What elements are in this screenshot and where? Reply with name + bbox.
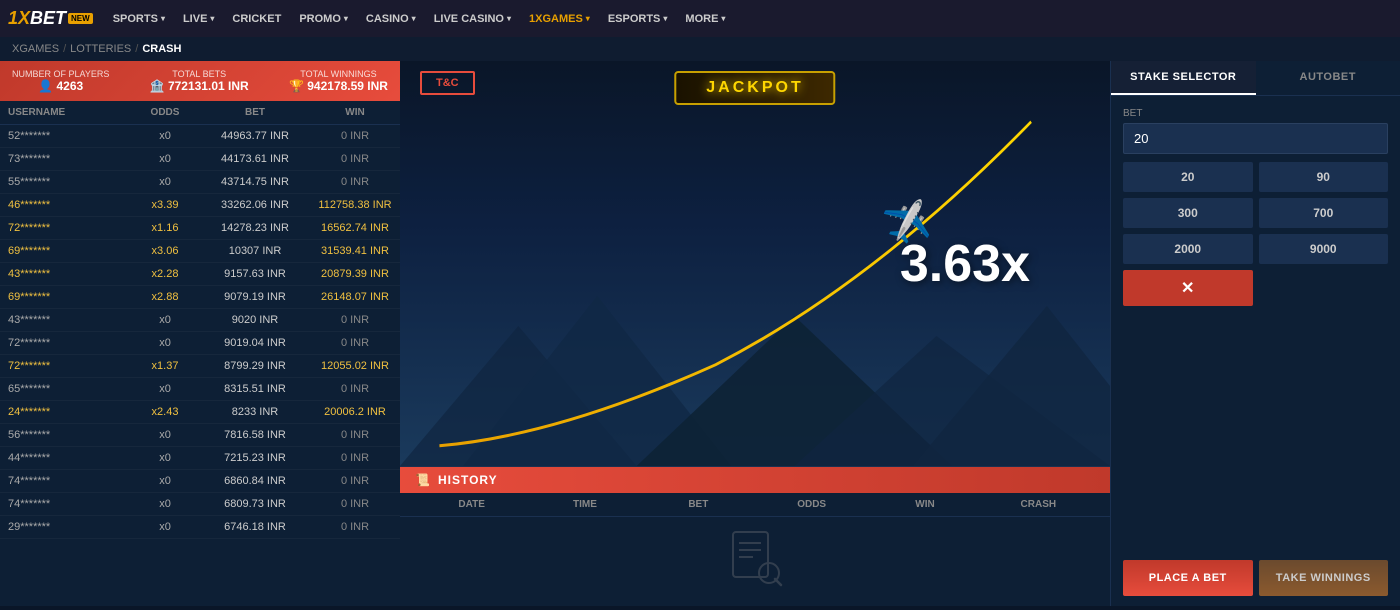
jackpot-text: JACKPOT [706,79,803,97]
table-row: 43*******x09020 INR0 INR [0,309,400,332]
nav-promo[interactable]: PROMO ▾ [291,0,356,37]
history-header: 📜 HISTORY [400,467,1110,493]
nav-cricket[interactable]: CRICKET [224,0,289,37]
jackpot-banner: JACKPOT [674,71,835,105]
table-row: 72*******x1.1614278.23 INR16562.74 INR [0,217,400,240]
multiplier-display: 3.63x [900,234,1030,294]
table-row: 29*******x06746.18 INR0 INR [0,516,400,539]
stake-content: Bet 20 90 300 700 2000 9000 ✕ [1111,96,1400,550]
quick-bet-2000[interactable]: 2000 [1123,234,1253,264]
take-winnings-button[interactable]: TAKE WINNINGS [1259,560,1389,596]
middle-panel: JACKPOT T&C ✈️ 3.63x 📜 HISTORY DATE TIME… [400,61,1110,606]
nav-sports[interactable]: SPORTS ▾ [105,0,173,37]
table-row: 24*******x2.438233 INR20006.2 INR [0,401,400,424]
col-username: USERNAME [0,101,130,124]
tab-autobet[interactable]: AUTOBET [1256,61,1400,95]
table-row: 46*******x3.3933262.06 INR112758.38 INR [0,194,400,217]
stat-players: Number of players 👤 4263 [12,69,109,93]
tc-button[interactable]: T&C [420,71,475,95]
history-body [400,517,1110,600]
table-row: 69*******x3.0610307 INR31539.41 INR [0,240,400,263]
hist-col-bet: BET [642,499,755,510]
table-row: 65*******x08315.51 INR0 INR [0,378,400,401]
quick-bet-9000[interactable]: 9000 [1259,234,1389,264]
bets-panel: Number of players 👤 4263 Total bets 🏦 77… [0,61,400,606]
quick-bet-20[interactable]: 20 [1123,162,1253,192]
nav-more[interactable]: MORE ▾ [677,0,733,37]
tab-stake-selector[interactable]: STAKE SELECTOR [1111,61,1256,95]
col-bet: BET [200,101,310,124]
table-row: 55*******x043714.75 INR0 INR [0,171,400,194]
table-row: 44*******x07215.23 INR0 INR [0,447,400,470]
action-buttons: PLACE A BET TAKE WINNINGS [1111,550,1400,606]
hist-col-date: DATE [415,499,528,510]
stat-total-winnings: Total winnings 🏆 942178.59 INR [289,69,388,93]
table-row: 56*******x07816.58 INR0 INR [0,424,400,447]
clear-bet-button[interactable]: ✕ [1123,270,1253,306]
hist-col-time: TIME [528,499,641,510]
col-odds: ODDS [130,101,200,124]
navbar: 1XBET NEW SPORTS ▾ LIVE ▾ CRICKET PROMO … [0,0,1400,37]
bet-label: Bet [1123,108,1388,119]
table-row: 73*******x044173.61 INR0 INR [0,148,400,171]
nav-1xgames[interactable]: 1XGAMES ▾ [521,0,598,37]
nav-live-casino[interactable]: LIVE CASINO ▾ [426,0,519,37]
quick-bet-90[interactable]: 90 [1259,162,1389,192]
stat-total-bets: Total bets 🏦 772131.01 INR [150,69,249,93]
breadcrumb: XGAMES / LOTTERIES / CRASH [0,37,1400,61]
history-icon: 📜 [415,473,430,487]
place-bet-button[interactable]: PLACE A BET [1123,560,1253,596]
breadcrumb-lotteries[interactable]: LOTTERIES [70,43,131,55]
table-row: 72*******x1.378799.29 INR12055.02 INR [0,355,400,378]
bets-table-body: 52*******x044963.77 INR0 INR73*******x04… [0,125,400,606]
quick-bet-700[interactable]: 700 [1259,198,1389,228]
history-columns: DATE TIME BET ODDS WIN CRASH [400,493,1110,517]
table-row: 74*******x06860.84 INR0 INR [0,470,400,493]
logo[interactable]: 1XBET NEW [8,8,93,29]
col-win: WIN [310,101,400,124]
hist-col-win: WIN [868,499,981,510]
no-history-placeholder [725,527,785,590]
table-row: 74*******x06809.73 INR0 INR [0,493,400,516]
bet-input[interactable] [1123,123,1388,154]
nav-esports[interactable]: ESPORTS ▾ [600,0,676,37]
nav-live[interactable]: LIVE ▾ [175,0,222,37]
right-panel: STAKE SELECTOR AUTOBET Bet 20 90 300 700… [1110,61,1400,606]
stake-tabs: STAKE SELECTOR AUTOBET [1111,61,1400,96]
nav-casino[interactable]: CASINO ▾ [358,0,424,37]
hist-col-crash: CRASH [982,499,1095,510]
table-row: 69*******x2.889079.19 INR26148.07 INR [0,286,400,309]
game-area: JACKPOT T&C ✈️ 3.63x [400,61,1110,466]
history-panel: 📜 HISTORY DATE TIME BET ODDS WIN CRASH [400,466,1110,606]
breadcrumb-crash: CRASH [142,43,181,55]
quick-bets-grid: 20 90 300 700 2000 9000 ✕ [1123,162,1388,306]
main-layout: Number of players 👤 4263 Total bets 🏦 77… [0,61,1400,606]
breadcrumb-xgames[interactable]: XGAMES [12,43,59,55]
table-header: USERNAME ODDS BET WIN [0,101,400,125]
table-row: 72*******x09019.04 INR0 INR [0,332,400,355]
no-data-icon [725,527,785,587]
table-row: 52*******x044963.77 INR0 INR [0,125,400,148]
table-row: 43*******x2.289157.63 INR20879.39 INR [0,263,400,286]
new-badge: NEW [68,13,93,24]
history-title: HISTORY [438,473,498,487]
hist-col-odds: ODDS [755,499,868,510]
quick-bet-300[interactable]: 300 [1123,198,1253,228]
stats-bar: Number of players 👤 4263 Total bets 🏦 77… [0,61,400,101]
